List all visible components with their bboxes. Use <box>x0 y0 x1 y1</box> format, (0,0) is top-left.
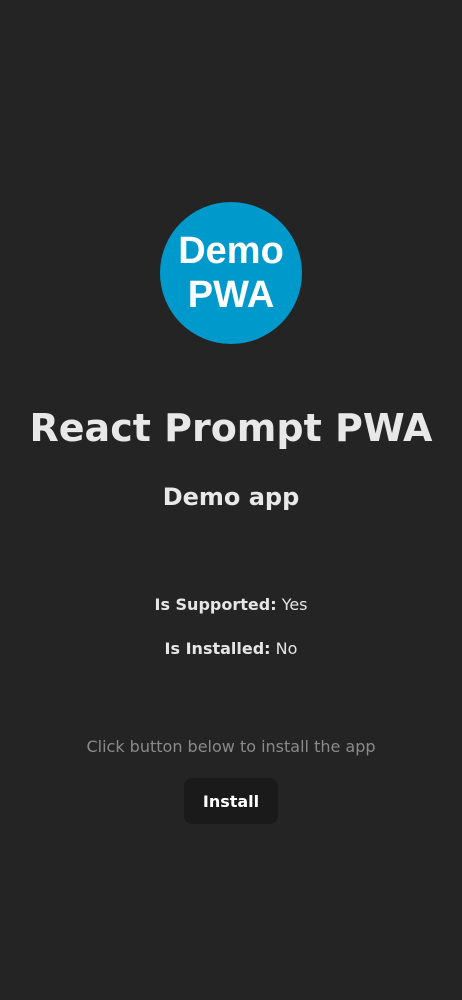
installed-status: Is Installed: No <box>0 638 462 660</box>
logo-line-2: PWA <box>187 274 275 316</box>
supported-label: Is Supported: <box>154 595 277 614</box>
page-title: React Prompt PWA <box>29 406 433 450</box>
page-subtitle: Demo app <box>162 483 300 511</box>
logo-line-1: Demo <box>178 230 284 272</box>
install-hint: Click button below to install the app <box>86 737 376 756</box>
supported-value: Yes <box>281 595 308 614</box>
app-page: Demo PWA React Prompt PWA Demo app Is Su… <box>0 0 462 1000</box>
supported-status: Is Supported: Yes <box>0 594 462 616</box>
install-button[interactable]: Install <box>184 778 278 824</box>
installed-value: No <box>275 639 298 658</box>
pwa-logo: Demo PWA <box>160 202 302 344</box>
installed-label: Is Installed: <box>164 639 271 658</box>
